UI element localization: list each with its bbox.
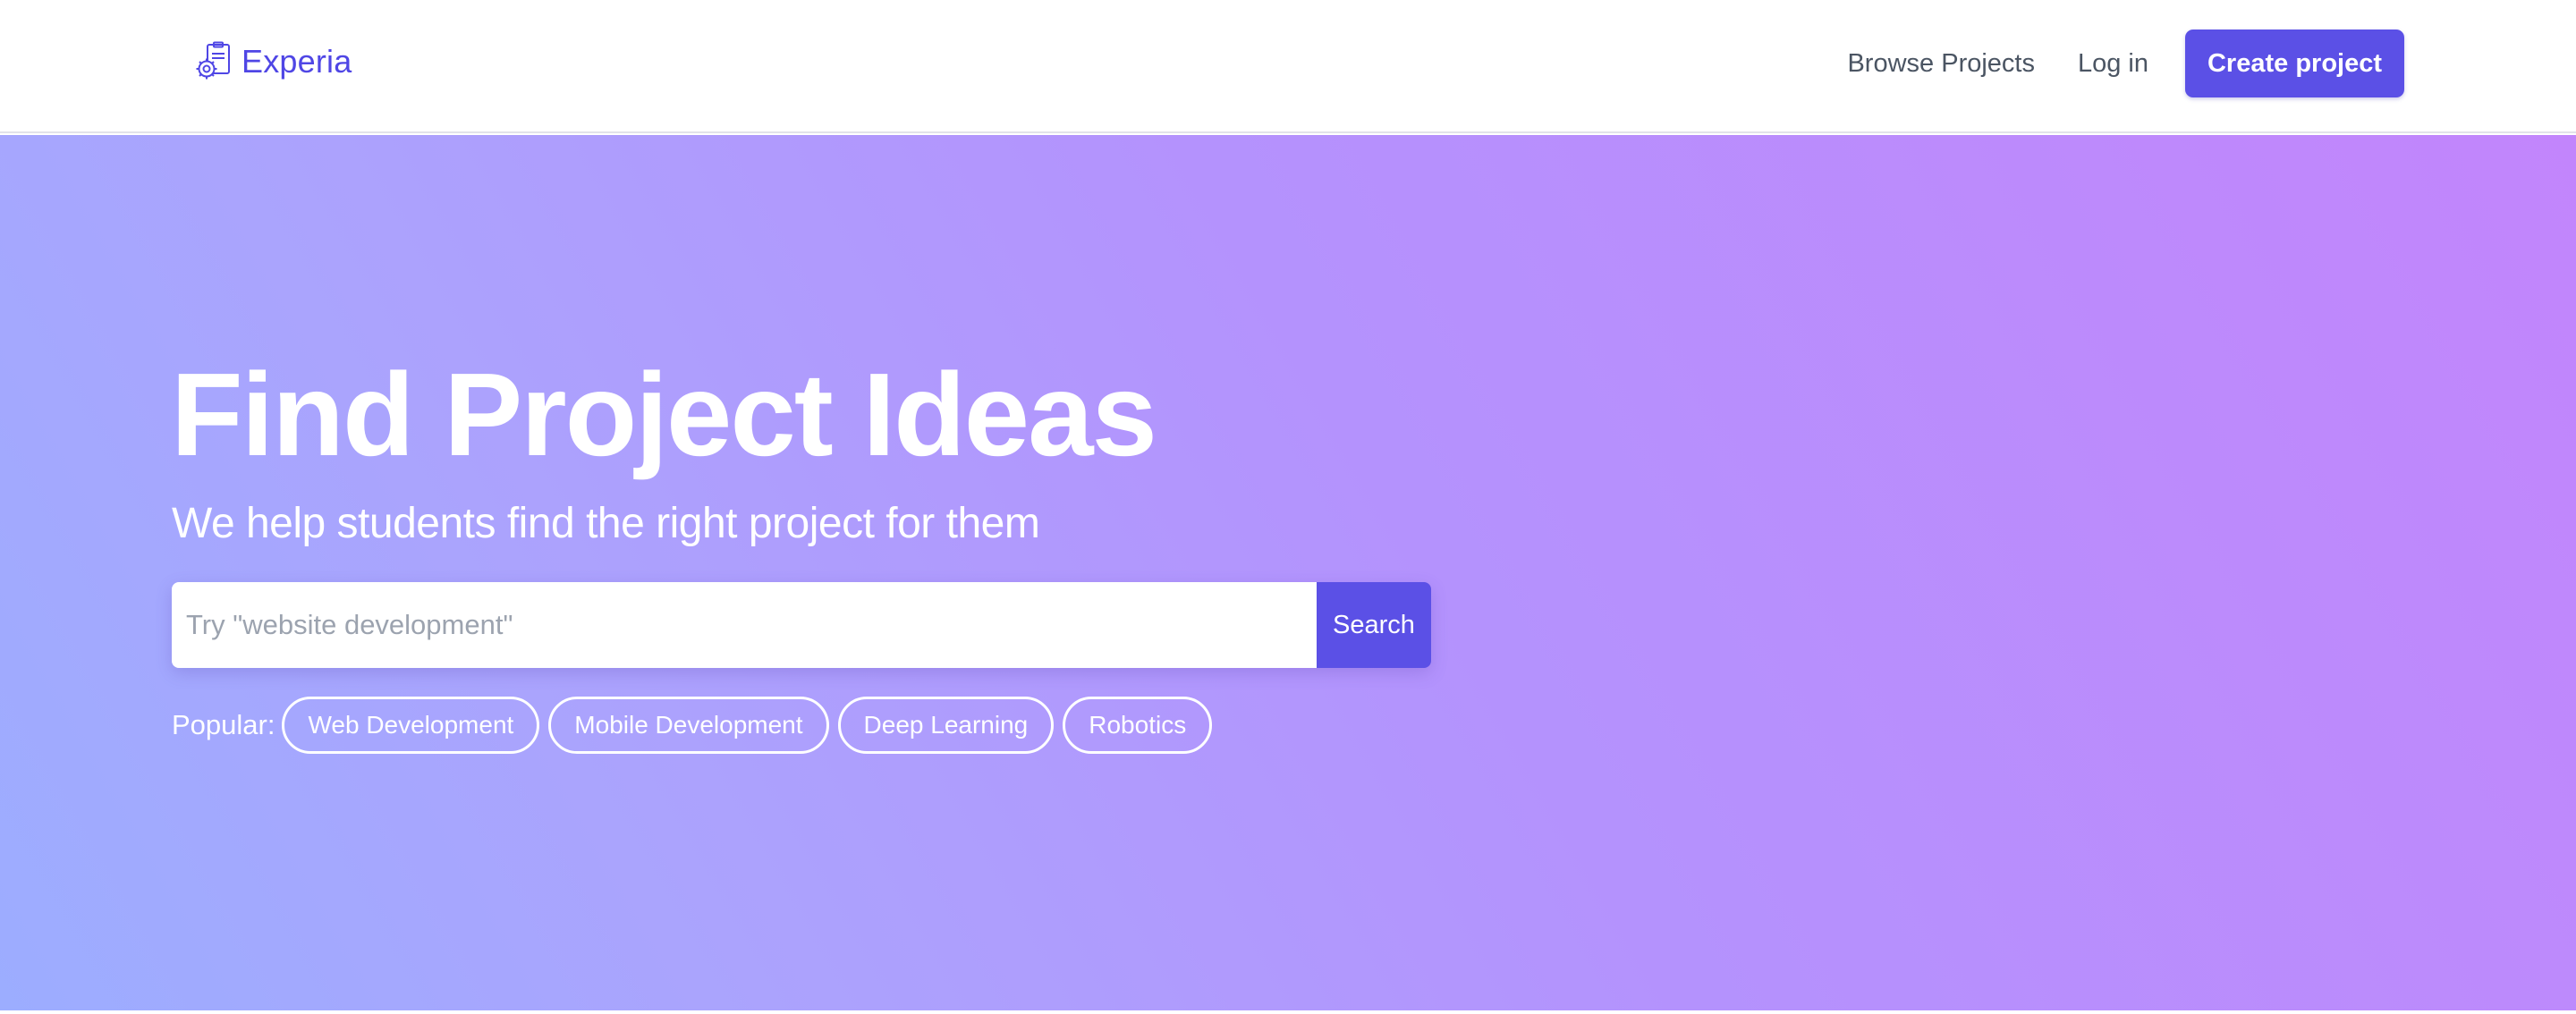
login-link[interactable]: Log in bbox=[2078, 49, 2148, 79]
popular-tags: Popular: Web Development Mobile Developm… bbox=[172, 697, 1221, 754]
site-header: Experia Browse Projects Log in Create pr… bbox=[0, 0, 2576, 133]
tag-mobile-development[interactable]: Mobile Development bbox=[548, 697, 829, 754]
search-button[interactable]: Search bbox=[1317, 582, 1431, 668]
main-nav: Browse Projects Log in Create project bbox=[1847, 30, 2404, 97]
gear-clipboard-icon bbox=[193, 41, 234, 82]
brand-name: Experia bbox=[242, 43, 352, 80]
tag-robotics[interactable]: Robotics bbox=[1063, 697, 1213, 754]
hero-title: Find Project Ideas bbox=[171, 349, 1157, 480]
hero-section: Find Project Ideas We help students find… bbox=[0, 135, 2576, 1010]
tag-web-development[interactable]: Web Development bbox=[282, 697, 540, 754]
search-bar: Search bbox=[172, 582, 1431, 668]
search-input[interactable] bbox=[172, 582, 1317, 668]
popular-label: Popular: bbox=[172, 709, 275, 740]
brand-logo-link[interactable]: Experia bbox=[193, 39, 352, 84]
create-project-button[interactable]: Create project bbox=[2185, 30, 2404, 97]
tag-deep-learning[interactable]: Deep Learning bbox=[837, 697, 1055, 754]
hero-subtitle: We help students find the right project … bbox=[172, 500, 1040, 547]
browse-projects-link[interactable]: Browse Projects bbox=[1847, 49, 2035, 79]
